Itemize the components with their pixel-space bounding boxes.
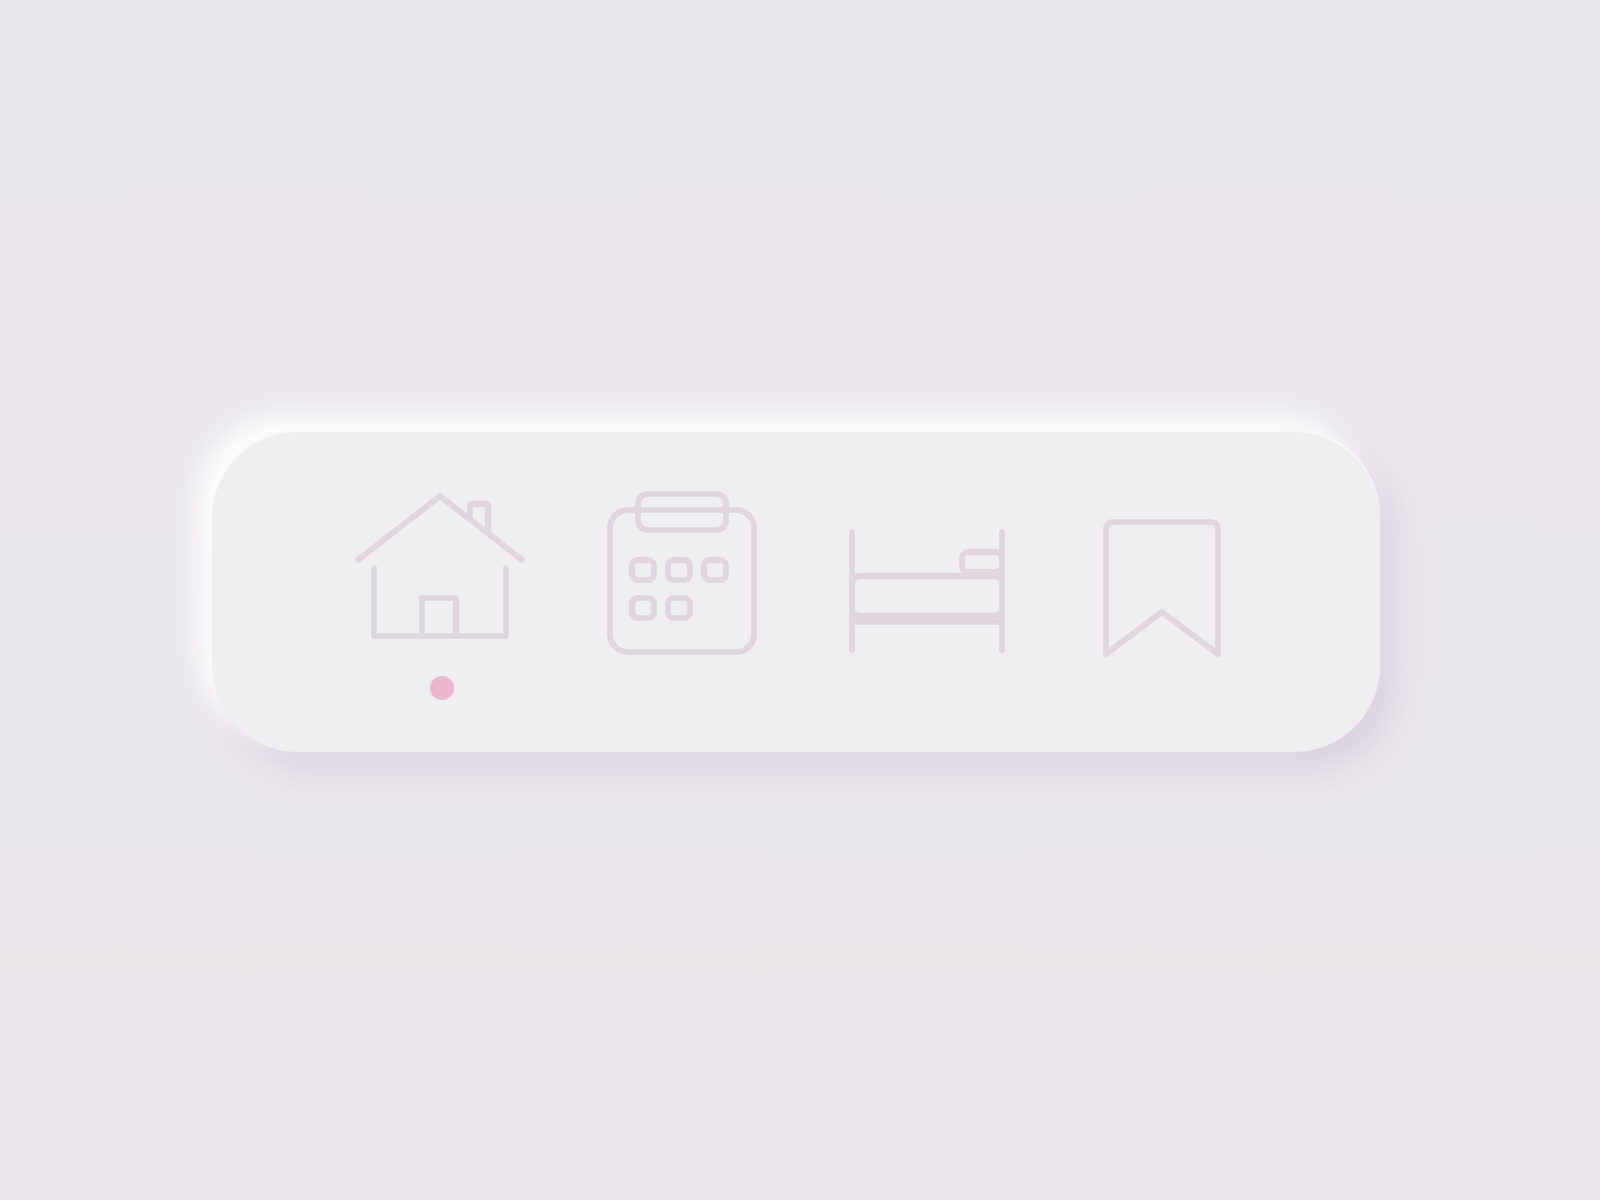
nav-item-calendar[interactable] — [602, 430, 762, 752]
bookmark-icon — [1103, 519, 1221, 657]
nav-item-home[interactable] — [352, 430, 528, 752]
nav-item-bookmark[interactable] — [1092, 430, 1232, 752]
nav-item-bed[interactable] — [842, 430, 1012, 752]
page-background — [0, 0, 1600, 1200]
active-indicator-dot — [430, 676, 454, 700]
calendar-icon — [607, 491, 757, 655]
bed-icon — [849, 529, 1005, 653]
home-icon — [355, 493, 525, 639]
bottom-navigation-bar — [212, 430, 1380, 752]
